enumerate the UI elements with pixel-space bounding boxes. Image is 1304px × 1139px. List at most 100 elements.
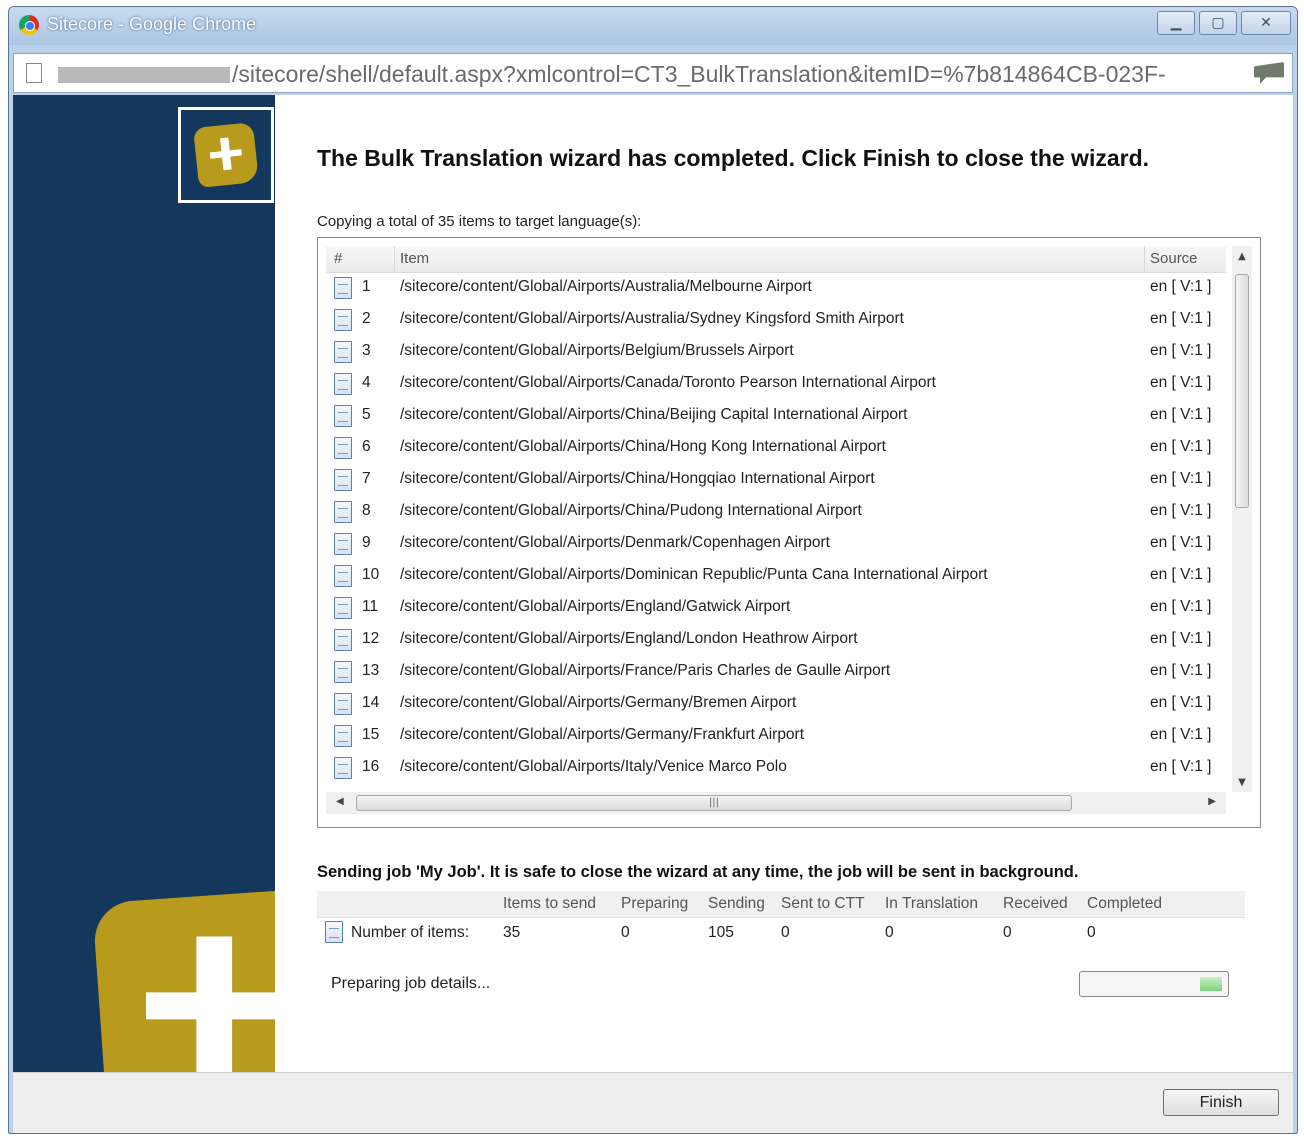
- wizard-content: ⵜ ⵜ The Bulk Translation wizard has comp…: [13, 95, 1293, 1073]
- table-row[interactable]: 9/sitecore/content/Global/Airports/Denma…: [326, 528, 1226, 560]
- minimize-button[interactable]: ▁: [1157, 11, 1195, 35]
- table-row[interactable]: 13/sitecore/content/Global/Airports/Fran…: [326, 656, 1226, 688]
- document-icon: [334, 565, 352, 587]
- row-path: /sitecore/content/Global/Airports/Austra…: [400, 310, 904, 327]
- job-col-header: Completed: [1087, 895, 1162, 912]
- table-row[interactable]: 3/sitecore/content/Global/Airports/Belgi…: [326, 336, 1226, 368]
- table-row[interactable]: 10/sitecore/content/Global/Airports/Domi…: [326, 560, 1226, 592]
- chrome-icon: [19, 15, 39, 35]
- document-icon: [325, 921, 343, 943]
- progress-bar: [1079, 971, 1229, 997]
- close-button[interactable]: ✕: [1241, 11, 1291, 35]
- horizontal-scrollbar[interactable]: ◀ ||| ▶: [326, 792, 1226, 814]
- job-value: 0: [1003, 924, 1012, 941]
- document-icon: [334, 597, 352, 619]
- row-number: 15: [362, 726, 380, 743]
- document-icon: [334, 693, 352, 715]
- sitecore-logo-icon: ⵜ: [193, 122, 259, 188]
- title-bar: Sitecore - Google Chrome ▁ ▢ ✕: [9, 7, 1297, 45]
- table-row[interactable]: 5/sitecore/content/Global/Airports/China…: [326, 400, 1226, 432]
- address-bar[interactable]: /sitecore/shell/default.aspx?xmlcontrol=…: [13, 53, 1293, 93]
- job-col-header: Sent to CTT: [781, 895, 865, 912]
- row-number: 10: [362, 566, 380, 583]
- row-number: 4: [362, 374, 371, 391]
- row-source: en [ V:1 ]: [1150, 342, 1212, 359]
- minimize-icon: ▁: [1170, 15, 1182, 31]
- row-source: en [ V:1 ]: [1150, 758, 1212, 775]
- col-source-header[interactable]: Source: [1150, 250, 1198, 267]
- table-row[interactable]: 16/sitecore/content/Global/Airports/Ital…: [326, 752, 1226, 784]
- window-controls: ▁ ▢ ✕: [1157, 11, 1291, 35]
- row-number: 3: [362, 342, 371, 359]
- sitecore-logo: ⵜ: [178, 107, 274, 203]
- scroll-left-icon[interactable]: ◀: [336, 796, 344, 807]
- maximize-button[interactable]: ▢: [1199, 11, 1237, 35]
- document-icon: [334, 469, 352, 491]
- scroll-up-icon[interactable]: ▲: [1232, 246, 1252, 266]
- row-path: /sitecore/content/Global/Airports/German…: [400, 694, 797, 711]
- wizard-footer: Finish: [13, 1072, 1293, 1133]
- document-icon: [334, 341, 352, 363]
- row-source: en [ V:1 ]: [1150, 278, 1212, 295]
- row-number: 1: [362, 278, 371, 295]
- table-row[interactable]: 7/sitecore/content/Global/Airports/China…: [326, 464, 1226, 496]
- row-path: /sitecore/content/Global/Airports/Englan…: [400, 598, 791, 615]
- hscroll-thumb[interactable]: |||: [356, 795, 1072, 811]
- scroll-thumb[interactable]: [1235, 274, 1249, 508]
- document-icon: [334, 757, 352, 779]
- col-num-header[interactable]: #: [334, 250, 342, 267]
- row-path: /sitecore/content/Global/Airports/China/…: [400, 406, 908, 423]
- extension-icon[interactable]: [1254, 62, 1284, 84]
- document-icon: [334, 309, 352, 331]
- job-col-header: In Translation: [885, 895, 979, 912]
- url-text[interactable]: /sitecore/shell/default.aspx?xmlcontrol=…: [232, 61, 1166, 88]
- row-source: en [ V:1 ]: [1150, 470, 1212, 487]
- row-number: 11: [362, 598, 379, 615]
- maximize-icon: ▢: [1211, 15, 1225, 31]
- scroll-down-icon[interactable]: ▼: [1232, 772, 1252, 792]
- table-row[interactable]: 11/sitecore/content/Global/Airports/Engl…: [326, 592, 1226, 624]
- job-value: 0: [781, 924, 790, 941]
- table-row[interactable]: 1/sitecore/content/Global/Airports/Austr…: [326, 272, 1226, 304]
- job-status-row: Number of items: 35 0 105 0 0 0 0: [317, 917, 1245, 947]
- wizard-heading: The Bulk Translation wizard has complete…: [317, 145, 1150, 171]
- document-icon: [334, 629, 352, 651]
- job-col-header: Preparing: [621, 895, 689, 912]
- scroll-right-icon[interactable]: ▶: [1208, 796, 1216, 807]
- table-row[interactable]: 8/sitecore/content/Global/Airports/China…: [326, 496, 1226, 528]
- row-number: 2: [362, 310, 371, 327]
- finish-button[interactable]: Finish: [1163, 1089, 1279, 1116]
- row-source: en [ V:1 ]: [1150, 566, 1212, 583]
- job-status-header: Items to send Preparing Sending Sent to …: [317, 891, 1245, 918]
- row-source: en [ V:1 ]: [1150, 534, 1212, 551]
- row-number: 9: [362, 534, 371, 551]
- table-row[interactable]: 4/sitecore/content/Global/Airports/Canad…: [326, 368, 1226, 400]
- job-col-header: Items to send: [503, 895, 597, 912]
- row-path: /sitecore/content/Global/Airports/Austra…: [400, 278, 812, 295]
- row-source: en [ V:1 ]: [1150, 310, 1212, 327]
- row-path: /sitecore/content/Global/Airports/Domini…: [400, 566, 988, 583]
- window-title: Sitecore - Google Chrome: [47, 14, 257, 34]
- table-row[interactable]: 2/sitecore/content/Global/Airports/Austr…: [326, 304, 1226, 336]
- table-row[interactable]: 12/sitecore/content/Global/Airports/Engl…: [326, 624, 1226, 656]
- items-grid: # Item Source 1/sitecore/content/Global/…: [317, 237, 1261, 828]
- row-number: 5: [362, 406, 371, 423]
- document-icon: [334, 501, 352, 523]
- col-item-header[interactable]: Item: [400, 250, 429, 267]
- job-row-label: Number of items:: [351, 924, 470, 941]
- row-path: /sitecore/content/Global/Airports/France…: [400, 662, 891, 679]
- row-number: 14: [362, 694, 380, 711]
- row-source: en [ V:1 ]: [1150, 598, 1212, 615]
- table-row[interactable]: 14/sitecore/content/Global/Airports/Germ…: [326, 688, 1226, 720]
- table-row[interactable]: 6/sitecore/content/Global/Airports/China…: [326, 432, 1226, 464]
- vertical-scrollbar[interactable]: ▲ ▼: [1232, 246, 1252, 792]
- job-value: 0: [1087, 924, 1096, 941]
- table-row[interactable]: 15/sitecore/content/Global/Airports/Germ…: [326, 720, 1226, 752]
- row-number: 16: [362, 758, 380, 775]
- url-redacted: [58, 67, 230, 83]
- page-icon: [26, 63, 42, 83]
- row-source: en [ V:1 ]: [1150, 662, 1212, 679]
- row-source: en [ V:1 ]: [1150, 726, 1212, 743]
- job-value: 0: [885, 924, 894, 941]
- row-path: /sitecore/content/Global/Airports/Denmar…: [400, 534, 830, 551]
